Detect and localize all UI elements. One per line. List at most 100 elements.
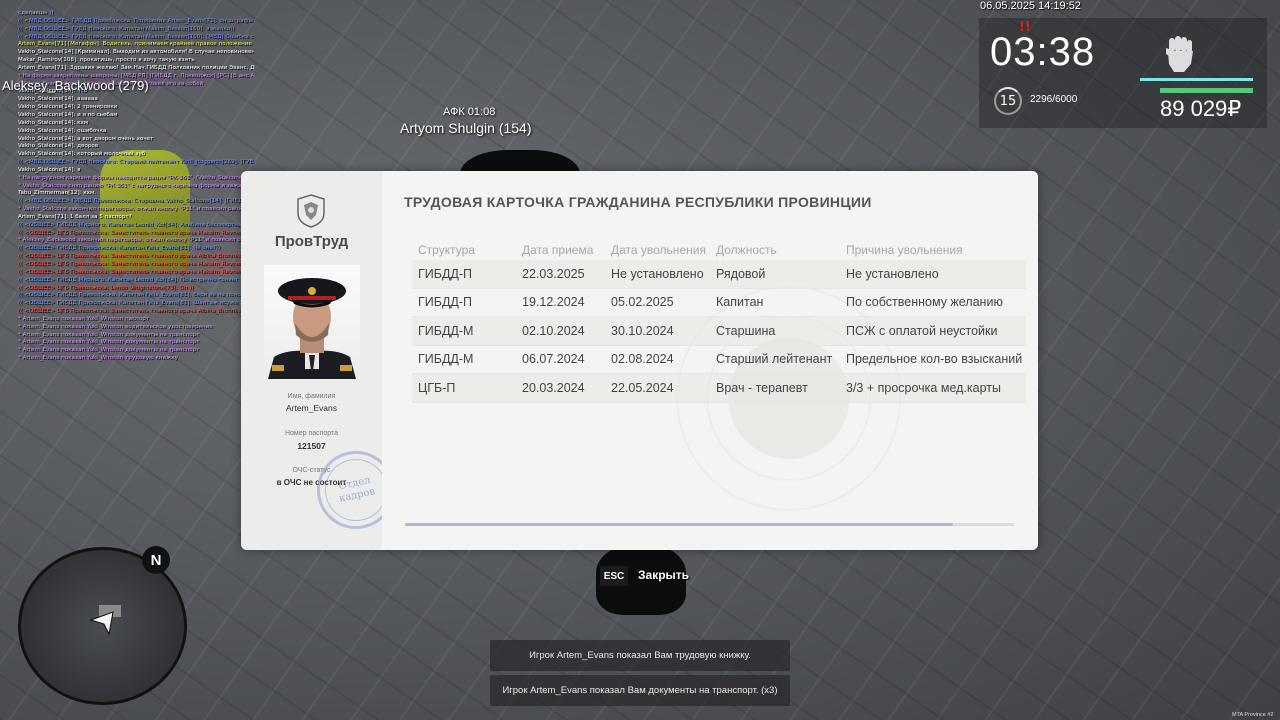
chat-line: (( <МВД,ОБЩЕЕ> ГИБДД Приволжска: Полковн… [18,17,254,24]
chat-line: (( <МВД,ОБЩЕЕ> ГУВД Невского: Старший ле… [18,159,254,166]
cell-structure: ГИБДД-П [412,260,516,289]
cell-position: Врач - терапевт [710,373,840,403]
cell-structure: ГИБДД-М [412,316,516,346]
afk-label: АФК 01:08 [443,106,496,118]
eagle-emblem-icon [297,194,325,228]
hud-level: 15 [994,87,1022,115]
chat-line: (( <МВД,ОБЩЕЕ> ГУВД Невского: Капитан Ma… [18,25,235,32]
passport-value: 121507 [297,441,326,451]
table-header-row: Структура Дата приема Дата увольнения До… [412,240,1026,260]
chat-line: (( <ОБЩЕЕ> ГИБДД Мирного: Капитан Leonid… [18,276,245,283]
cell-reason: По собственному желанию [840,288,1027,317]
cell-dismissal-date: 02.08.2024 [605,345,710,374]
nametag-main: Artyom Shulgin (154) [400,120,532,136]
table-row: ГИБДД-П 19.12.2024 05.02.2025 Капитан По… [412,288,1027,317]
cell-structure: ЦГБ-П [412,373,516,403]
server-watermark: MTA Province #2 [1232,712,1274,718]
cell-dismissal-date: Не установлено [605,260,710,289]
chat-line: (( <ОБЩЕЕ> ГИБДД Приволжска: Капитан Fel… [18,292,254,299]
close-button[interactable]: Закрыть [638,568,689,582]
table-row: ГИБДД-П 22.03.2025 Не установлено Рядово… [412,260,1027,289]
chat-line: (( <ОБЩЕЕ> ЦГБ Приволжска: Заместитель г… [18,253,254,260]
cell-structure: ГИБДД-М [412,345,516,374]
chat-line: Tabu_Zimmerman[12]: кхм. [18,190,96,197]
chat-line: * Vakho_Stalcone закончил переговоры, от… [18,206,254,213]
hud-datetime: 06.05.2025 14:19:52 [980,0,1081,12]
chat-line: Vakho_Stalcone[14]: 2 тренировки [18,104,118,111]
cell-reason: 3/3 + просрочка мед.карты [840,373,1027,403]
cell-reason: ПСЖ с оплатой неустойки [840,316,1027,346]
chat-line: сделаешь )) [18,10,54,16]
chat-line: Vakho_Stalcone[14]: который молочный зуб [18,151,146,158]
chat-line: (( <ОБЩЕЕ> ГИБДД Мирного: Капитан Leonid… [18,221,253,228]
chat-line: (( <ОБЩЕЕ> ЦГБ Приволжска: Lendo_Wrights… [18,284,194,291]
chat-line: Vakho_Stalcone[14]: а вот двором очень х… [18,135,154,142]
cell-reason: Предельное кол-во взысканий [840,345,1027,374]
name-value: Artem_Evans [285,403,338,413]
chat-line: Artem_Evans[71] [Мегафон]: Водитель, при… [18,41,254,48]
chat-line: (( <ОБЩЕЕ> ЦГБ Приволжска: Заместитель г… [18,308,254,315]
chat-line: * Aleksey_Backwood закончил переговоры, … [18,237,254,244]
chat-line: * Artem_Evans показал Yuki_Winston водит… [18,323,213,330]
officer-portrait [268,278,356,379]
work-card-dialog: ПровТруд Имя, фамилия Artem_Evans Номер … [241,171,1038,550]
fist-icon [1166,36,1193,72]
armor-bar [1160,88,1253,93]
cell-position: Капитан [710,288,840,317]
chat-line: (( <ОБЩЕЕ> ЦГБ Приволжска: Заместитель г… [18,268,254,275]
chat-line: Vakho_Stalcone[14]: ошибочка [18,127,107,134]
citizen-photo [264,265,360,379]
minimap-roads [89,605,121,636]
health-bar [1140,78,1253,81]
chat-line: * Artem_Evans показал Yuki_Winston паспо… [18,315,150,322]
scrollbar-track[interactable] [405,523,1014,526]
column-header: Структура [418,243,475,257]
cell-hire-date: 02.10.2024 [516,316,605,346]
chat-line: Vakho_Stalcone[14]: дворов [18,143,99,150]
cell-hire-date: 22.03.2025 [516,260,605,289]
chat-line: * Artem_Evans показал Yuki_Winston докум… [18,339,200,346]
chat-line: (( <МВД,ОБЩЕЕ> ГУВД Невского: Капитан Ma… [18,33,254,40]
cell-structure: ГИБДД-П [412,288,516,317]
chat-line: * Artem_Evans показал Yuki_Winston докум… [18,347,200,354]
cell-hire-date: 06.07.2024 [516,345,605,374]
chat-line: Makar_Ramirov[108]: прокатишь, просто я … [18,57,195,64]
employment-table: Структура Дата приема Дата увольнения До… [412,240,1027,403]
column-header: Причина увольнения [846,243,963,257]
notification: Игрок Artem_Evans показал Вам трудовую к… [490,640,790,671]
card-sidebar: ПровТруд Имя, фамилия Artem_Evans Номер … [241,171,403,550]
hud-xp: 2296/6000 [1030,94,1078,105]
cell-dismissal-date: 30.10.2024 [605,316,710,346]
notification: Игрок Artem_Evans показал Вам документы … [490,675,790,706]
chat-line: Artem_Evans[71]: 1 балл за 5 паспорт? [18,213,132,220]
chat-line: (( <ОБЩЕЕ> ЦГБ Приволжска: Заместитель г… [18,229,254,236]
cell-position: Старший лейтенант [710,345,840,374]
chat-line: Vakho_Stalcone[14] [Криминал]: Выходим и… [18,49,254,56]
scrollbar-thumb[interactable] [405,523,954,526]
chat-line: Vakho_Stalcone[14]: аааааа [18,96,98,103]
north-compass-icon: N [142,546,170,574]
chat-line: Vakho_Stalcone[14]: кхм [18,119,89,126]
cell-dismissal-date: 05.02.2025 [605,288,710,317]
cell-hire-date: 20.03.2024 [516,373,605,403]
chat-line: * Artem_Evans показал Yuki_Winston трудо… [18,355,178,362]
card-title: ТРУДОВАЯ КАРТОЧКА ГРАЖДАНИНА РЕСПУБЛИКИ … [404,194,872,210]
chat-line: * На нагрудном кармане формы находится р… [18,174,245,181]
column-header: Дата приема [522,243,594,257]
chat-line: (( <ОБЩЕЕ> ГИБДД Приволжска: Капитан Fel… [18,300,245,307]
name-label: Имя, фамилия [287,393,336,400]
chat-line: Vakho_Stalcone[14]: я [18,166,81,173]
column-header: Должность [716,243,777,257]
table-row: ГИБДД-М 02.10.2024 30.10.2024 Старшина П… [412,316,1027,346]
cell-position: Рядовой [710,260,840,289]
cell-reason: Не установлено [840,260,1027,289]
cell-position: Старшина [710,316,840,346]
chat-line: (( <ОБЩЕЕ> ГИБДД Приволжска: Капитан Fel… [18,245,221,252]
chat-line: (( <МВД,ОБЩЕЕ> ГИБДД Приволжска: Старшин… [18,198,254,205]
hud-money: 89 029₽ [1160,96,1242,121]
chat-line: Artem_Evans[71]: Здравия желаю! Зам.Нач.… [18,64,254,71]
esc-key[interactable]: ESC [600,566,628,586]
passport-label: Номер паспорта [284,430,339,437]
table-row: ЦГБ-П 20.03.2024 22.05.2024 Врач - терап… [412,373,1027,403]
chat-line: Vakho_Stalcone[14]: и я по сьебам [18,111,118,118]
